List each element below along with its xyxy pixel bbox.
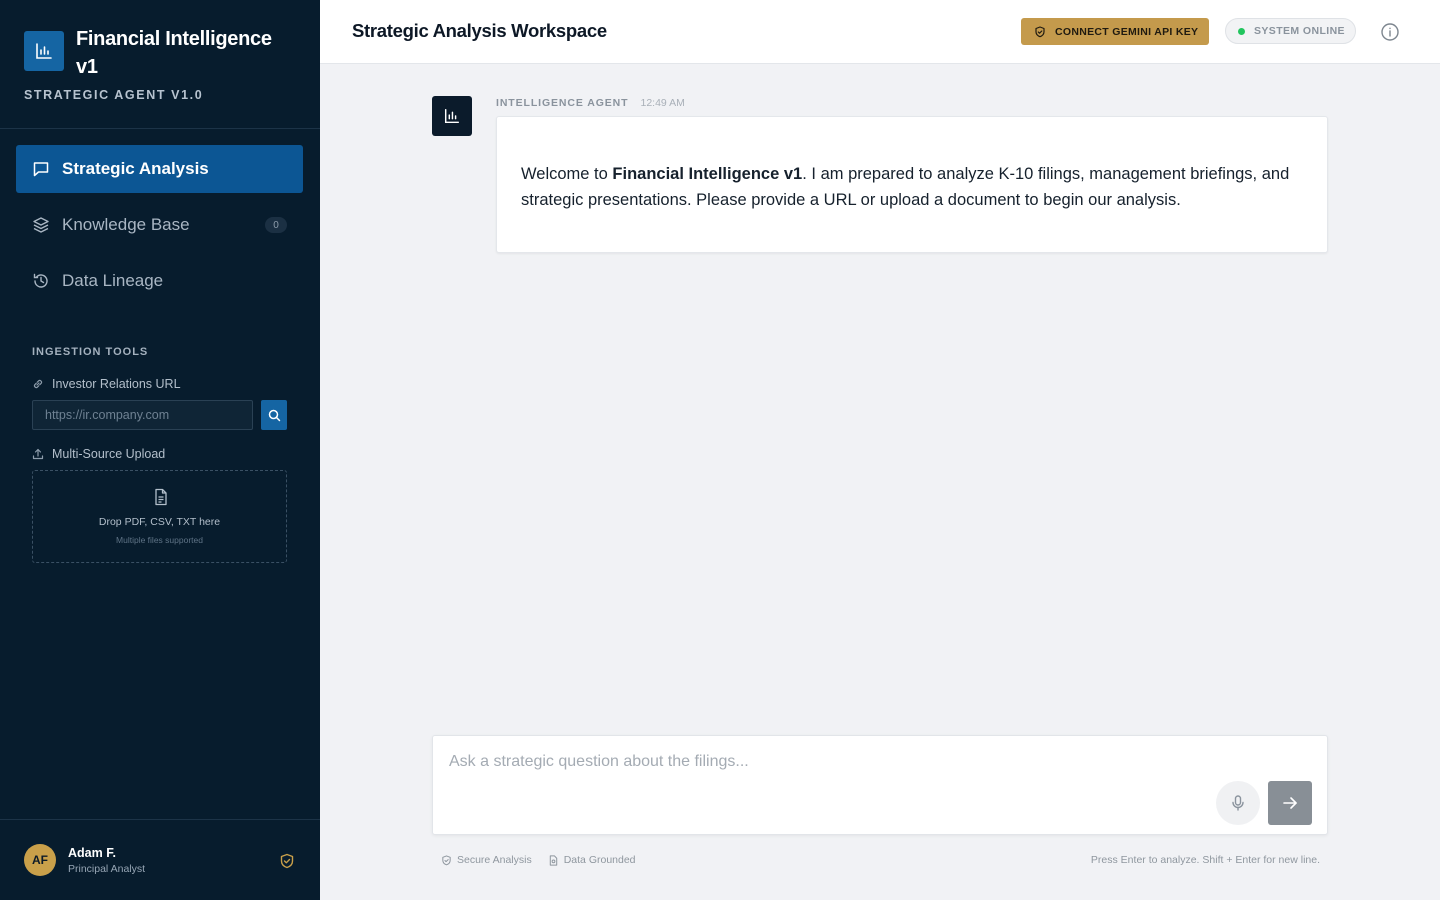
upload-icon [32,448,44,460]
agent-avatar [432,96,472,136]
message-composer [432,735,1328,835]
bar-chart-icon [443,107,461,125]
dropzone-subtext: Multiple files supported [116,535,203,545]
sidebar-item-label: Knowledge Base [62,215,190,234]
sidebar-nav: Strategic Analysis Knowledge Base 0 Data… [16,145,303,313]
avatar: AF [24,844,56,876]
url-search-button[interactable] [261,400,287,430]
sidebar-item-knowledge-base[interactable]: Knowledge Base 0 [16,201,303,249]
sidebar-item-data-lineage[interactable]: Data Lineage [16,257,303,305]
info-button[interactable] [1380,22,1400,42]
shield-check-icon [279,853,295,869]
shield-check-icon [441,854,452,866]
message-bubble: Welcome to Financial Intelligence v1. I … [496,116,1328,253]
file-search-icon [548,854,559,866]
file-icon [152,488,170,506]
history-icon [32,272,50,290]
message-author: INTELLIGENCE AGENT [496,97,629,109]
page-title: Strategic Analysis Workspace [352,20,607,41]
user-name: Adam F. [68,846,116,860]
message-meta: INTELLIGENCE AGENT 12:49 AM [496,97,685,109]
data-grounded-label: Data Grounded [563,854,636,866]
shield-icon [1034,25,1046,38]
user-role: Principal Analyst [68,863,146,875]
upload-label: Multi-Source Upload [32,447,165,461]
url-label: Investor Relations URL [32,377,181,391]
sidebar-item-label: Strategic Analysis [62,159,209,178]
sidebar-item-label: Data Lineage [62,271,164,290]
file-dropzone[interactable]: Drop PDF, CSV, TXT here Multiple files s… [32,470,287,563]
brand-subtitle: STRATEGIC AGENT V1.0 [24,88,204,102]
count-badge: 0 [265,217,287,233]
ir-url-input[interactable] [32,400,253,430]
ingestion-tools-heading: INGESTION TOOLS [32,346,149,358]
brand-title: Financial Intelligence v1 [76,28,272,78]
connect-api-key-button[interactable]: CONNECT GEMINI API KEY [1021,18,1209,45]
message-timestamp: 12:49 AM [640,97,685,109]
bar-chart-icon [24,31,64,71]
message-bold-text: Financial Intelligence v1 [612,165,803,183]
brand-header: Financial Intelligence v1 STRATEGIC AGEN… [0,0,320,129]
send-button[interactable] [1268,781,1312,825]
composer-footer: Secure Analysis Data Grounded [441,854,652,866]
status-dot [1238,27,1245,35]
microphone-button[interactable] [1216,781,1260,825]
sidebar: Financial Intelligence v1 STRATEGIC AGEN… [0,0,320,900]
arrow-right-icon [1281,794,1299,812]
layers-icon [32,216,50,234]
dropzone-text: Drop PDF, CSV, TXT here [98,516,221,528]
sidebar-item-strategic-analysis[interactable]: Strategic Analysis [16,145,303,193]
top-header: Strategic Analysis Workspace CONNECT GEM… [320,0,1440,64]
info-icon [1380,22,1400,42]
chat-bubble-icon [32,160,50,178]
search-icon [268,409,281,422]
microphone-icon [1229,794,1247,812]
question-input[interactable] [449,753,1209,783]
link-icon [32,378,44,390]
user-profile[interactable]: AF Adam F. Principal Analyst [0,819,320,900]
secure-analysis-label: Secure Analysis [457,854,532,866]
status-badge: SYSTEM ONLINE [1225,18,1356,44]
keyboard-hint: Press Enter to analyze. Shift + Enter fo… [1090,854,1320,866]
